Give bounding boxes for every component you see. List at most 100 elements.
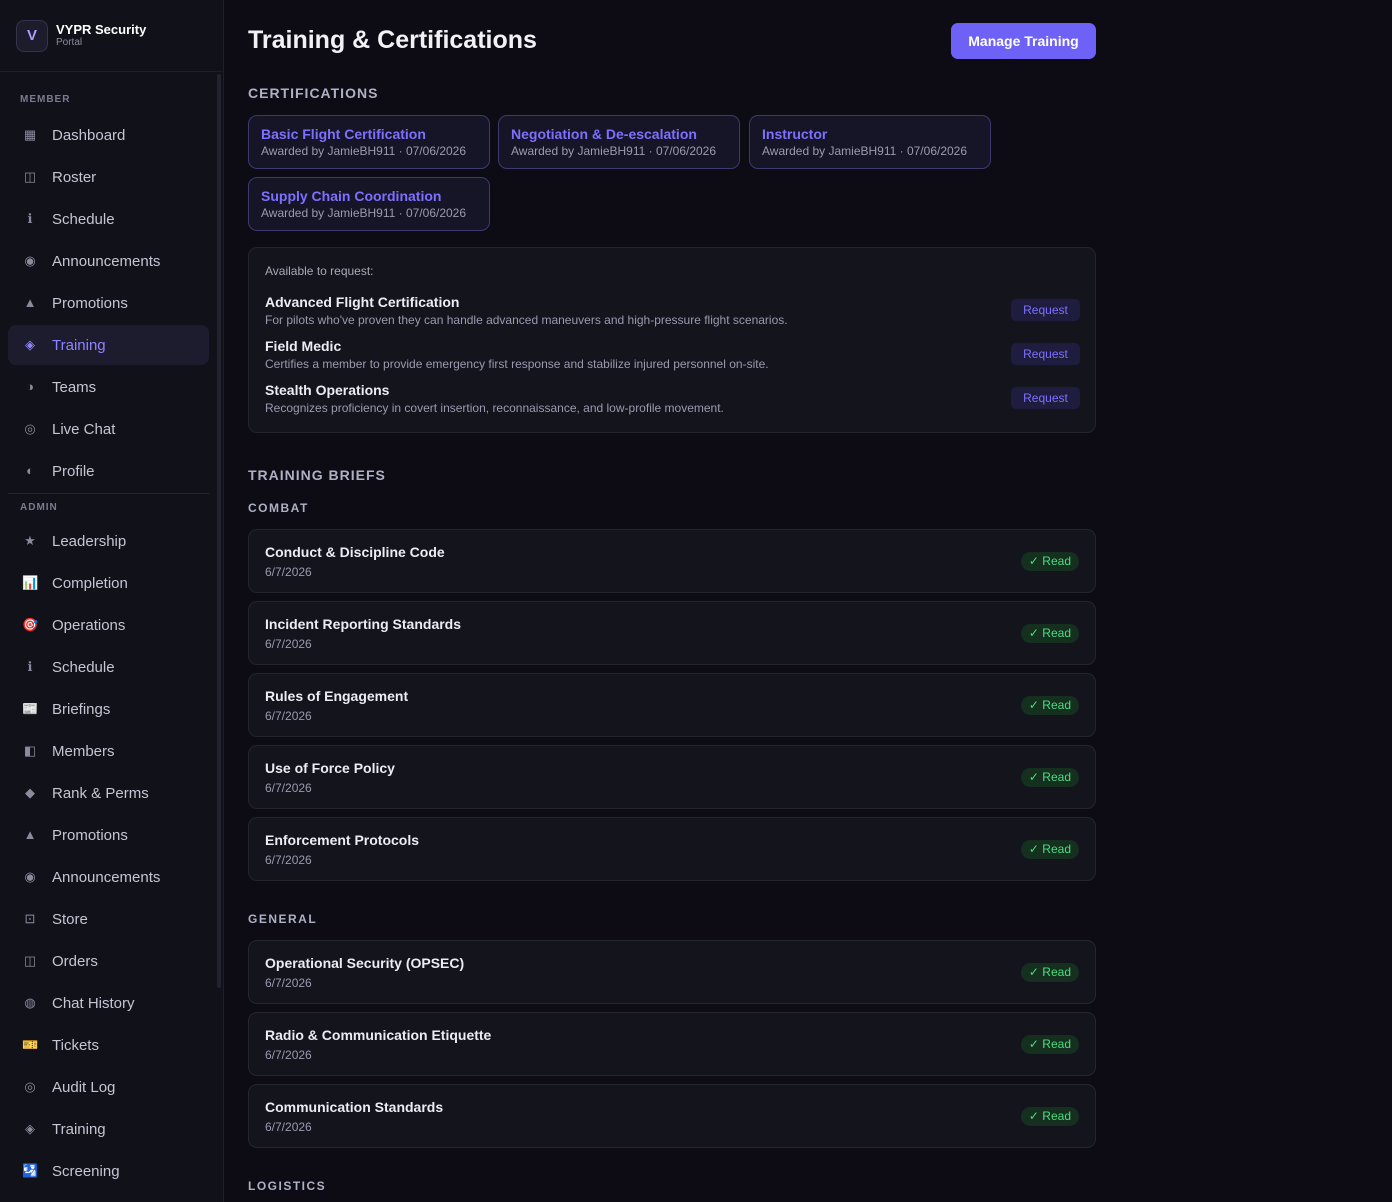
training-brief-card[interactable]: Rules of Engagement 6/7/2026 ✓ Read (248, 673, 1096, 737)
admin-section-title: ADMIN (20, 502, 58, 513)
brief-group-heading: GENERAL (248, 912, 318, 926)
brand-logo: V (16, 19, 48, 52)
request-button[interactable]: Request (1011, 343, 1080, 365)
brand[interactable]: V VYPR Security Portal (0, 0, 223, 72)
available-item: Stealth Operations Recognizes proficiency… (265, 382, 1080, 422)
sidebar-item-rank-and-perms[interactable]: ◆ Rank & Perms (8, 773, 209, 813)
sidebar-item-label: Members (52, 742, 115, 760)
dashboard-icon: ▦ (23, 127, 37, 142)
request-button[interactable]: Request (1011, 387, 1080, 409)
sidebar-item-audit-log[interactable]: ◎ Audit Log (8, 1067, 209, 1107)
sidebar-item-teams[interactable]: ◑ Teams (8, 367, 209, 407)
certification-card: Basic Flight Certification Awarded by Jam… (248, 115, 490, 169)
training-brief-card[interactable]: Radio & Communication Etiquette 6/7/2026 ✓… (248, 1012, 1096, 1076)
read-status-badge: ✓ Read (1020, 1107, 1079, 1126)
audit-log-icon: ◎ (24, 1079, 36, 1094)
sidebar-item-label: Rank & Perms (52, 784, 149, 802)
read-status-badge: ✓ Read (1020, 840, 1079, 859)
sidebar-item-label: Training (52, 1120, 106, 1138)
sidebar-item-label: Store (52, 910, 88, 928)
sidebar-item-label: Announcements (52, 868, 161, 886)
sidebar-item-leadership[interactable]: ★ Leadership (8, 521, 209, 561)
certification-meta: Awarded by JamieBH911 · 07/06/2026 (261, 144, 467, 158)
sidebar-item-chat-history[interactable]: ◍ Chat History (8, 983, 209, 1023)
training-brief-card[interactable]: Communication Standards 6/7/2026 ✓ Read (248, 1084, 1096, 1148)
sidebar-item-label: Schedule (52, 658, 115, 676)
sidebar-item-label: Leadership (52, 532, 127, 550)
sidebar-item-promotions[interactable]: ▲ Promotions (8, 283, 209, 323)
sidebar-item-store[interactable]: ⊡ Store (8, 899, 209, 939)
manage-training-button[interactable]: Manage Training (951, 23, 1096, 59)
sidebar-scrollbar[interactable] (217, 74, 221, 988)
read-status-badge: ✓ Read (1020, 1035, 1079, 1054)
promotions-icon: ▲ (23, 827, 37, 842)
sidebar-item-training[interactable]: ◈ Training (8, 325, 209, 365)
certification-title: Basic Flight Certification (261, 126, 426, 142)
sidebar-item-orders[interactable]: ◫ Orders (8, 941, 209, 981)
available-item-name: Field Medic (265, 338, 342, 354)
training-brief-card[interactable]: Conduct & Discipline Code 6/7/2026 ✓ Read (248, 529, 1096, 593)
sidebar-item-live-chat[interactable]: ◎ Live Chat (8, 409, 209, 449)
leadership-icon: ★ (24, 533, 36, 548)
training-brief-card[interactable]: Operational Security (OPSEC) 6/7/2026 ✓ Re… (248, 940, 1096, 1004)
live-chat-icon: ◎ (24, 421, 36, 436)
brief-title: Operational Security (OPSEC) (265, 955, 465, 971)
sidebar-item-operations[interactable]: 🎯 Operations (8, 605, 209, 645)
sidebar-item-dashboard[interactable]: ▦ Dashboard (8, 115, 209, 155)
certification-card: Negotiation & De-escalation Awarded by Ja… (498, 115, 740, 169)
sidebar-item-completion[interactable]: 📊 Completion (8, 563, 209, 603)
sidebar-item-schedule[interactable]: ℹ Schedule (8, 647, 209, 687)
sidebar-item-label: Chat History (52, 994, 135, 1012)
page-title: Training & Certifications (248, 26, 537, 54)
read-status-badge: ✓ Read (1020, 963, 1079, 982)
request-button[interactable]: Request (1011, 299, 1080, 321)
training-brief-card[interactable]: Use of Force Policy 6/7/2026 ✓ Read (248, 745, 1096, 809)
sidebar-item-schedule[interactable]: ℹ Schedule (8, 199, 209, 239)
certification-meta: Awarded by JamieBH911 · 07/06/2026 (762, 144, 968, 158)
schedule-icon: ℹ (27, 659, 33, 674)
certification-card: Supply Chain Coordination Awarded by Jami… (248, 177, 490, 231)
teams-icon: ◑ (26, 379, 34, 394)
available-item-description: For pilots who've proven they can handle… (265, 313, 788, 327)
member-section-title: MEMBER (20, 94, 71, 105)
sidebar-item-label: Operations (52, 616, 126, 634)
read-status-badge: ✓ Read (1020, 624, 1079, 643)
sidebar-item-members[interactable]: ◧ Members (8, 731, 209, 771)
store-icon: ⊡ (24, 911, 36, 926)
sidebar-item-label: Dashboard (52, 126, 126, 144)
brand-name: VYPR Security (56, 22, 147, 37)
training-icon: ◈ (25, 337, 35, 352)
training-brief-card[interactable]: Incident Reporting Standards 6/7/2026 ✓ Re… (248, 601, 1096, 665)
brief-date: 6/7/2026 (265, 565, 312, 579)
members-icon: ◧ (23, 743, 37, 758)
brand-subtitle: Portal (56, 37, 83, 48)
brand-text: VYPR Security Portal (56, 22, 146, 49)
available-item-description: Recognizes proficiency in covert inserti… (265, 401, 724, 415)
available-requests-panel: Available to request: Advanced Flight Ce… (248, 247, 1096, 433)
certifications-heading: CERTIFICATIONS (248, 85, 379, 101)
sidebar-item-announcements[interactable]: ◉ Announcements (8, 241, 209, 281)
sidebar-item-announcements[interactable]: ◉ Announcements (8, 857, 209, 897)
sidebar-item-briefings[interactable]: 📰 Briefings (8, 689, 209, 729)
app-root: V VYPR Security Portal MEMBER ▦ Dashboard… (0, 0, 1392, 1202)
read-status-badge: ✓ Read (1020, 696, 1079, 715)
brief-title: Communication Standards (265, 1099, 444, 1115)
orders-icon: ◫ (23, 953, 37, 968)
sidebar-item-label: Completion (52, 574, 128, 592)
sidebar-item-label: Promotions (52, 826, 128, 844)
sidebar-item-training[interactable]: ◈ Training (8, 1109, 209, 1149)
roster-icon: ◫ (23, 169, 37, 184)
training-brief-card[interactable]: Enforcement Protocols 6/7/2026 ✓ Read (248, 817, 1096, 881)
sidebar-item-profile[interactable]: ◐ Profile (8, 451, 209, 491)
brief-date: 6/7/2026 (265, 1048, 312, 1062)
operations-target-icon: 🎯 (22, 617, 39, 632)
sidebar-item-roster[interactable]: ◫ Roster (8, 157, 209, 197)
brief-group-heading: LOGISTICS (248, 1179, 327, 1193)
read-status-badge: ✓ Read (1020, 552, 1079, 571)
available-item-name: Stealth Operations (265, 382, 390, 398)
certification-meta: Awarded by JamieBH911 · 07/06/2026 (511, 144, 717, 158)
sidebar-item-screening[interactable]: 🛂 Screening (8, 1151, 209, 1191)
sidebar-item-tickets[interactable]: 🎫 Tickets (8, 1025, 209, 1065)
tickets-icon: 🎫 (22, 1037, 39, 1052)
sidebar-item-promotions[interactable]: ▲ Promotions (8, 815, 209, 855)
